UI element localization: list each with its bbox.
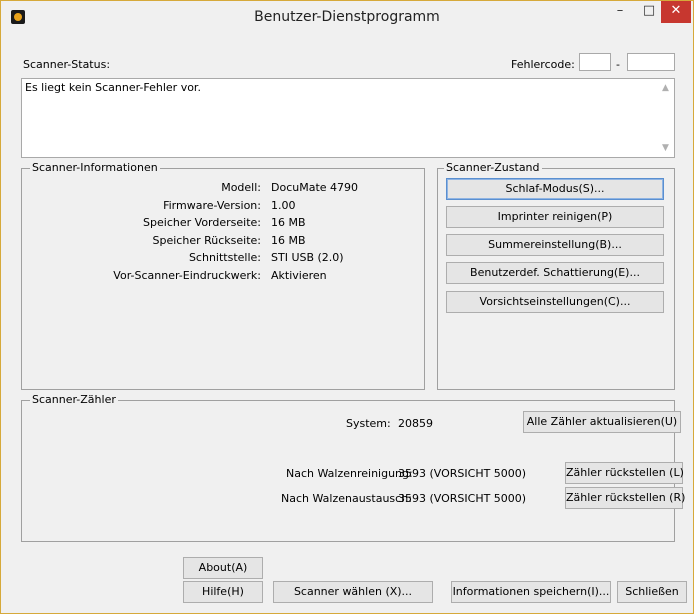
update-all-counters-button[interactable]: Alle Zähler aktualisieren(U) xyxy=(523,411,681,433)
info-value-back-memory: 16 MB xyxy=(271,234,306,247)
roller-clean-label: Nach Walzenreinigung: xyxy=(286,467,413,480)
info-key-firmware: Firmware-Version: xyxy=(163,199,261,212)
scanner-status-label: Scanner-Status: xyxy=(23,58,111,71)
info-value-firmware: 1.00 xyxy=(271,199,296,212)
reset-clean-counter-button[interactable]: Zähler rückstellen (L) xyxy=(565,462,684,484)
roller-clean-value: 3593 (VORSICHT 5000) xyxy=(398,467,527,480)
reset-replace-counter-button[interactable]: Zähler rückstellen (R) xyxy=(565,487,685,509)
about-button[interactable]: About(A) xyxy=(183,557,263,579)
info-key-back-memory: Speicher Rückseite: xyxy=(152,234,261,247)
scanner-counter-title: Scanner-Zähler xyxy=(30,393,118,406)
status-scrollbar[interactable]: ▲ ▼ xyxy=(658,79,674,157)
roller-replace-label: Nach Walzenaustausch: xyxy=(281,492,412,505)
minimize-button[interactable]: – xyxy=(606,1,634,23)
title-bar: Benutzer-Dienstprogramm – □ ✕ xyxy=(1,1,693,35)
info-value-front-memory: 16 MB xyxy=(271,216,306,229)
choose-scanner-button[interactable]: Scanner wählen (X)... xyxy=(273,581,433,603)
close-button[interactable]: Schließen xyxy=(617,581,687,603)
status-message: Es liegt kein Scanner-Fehler vor. xyxy=(25,81,201,94)
save-info-button[interactable]: Informationen speichern(I)... xyxy=(451,581,611,603)
scroll-down-icon[interactable]: ▼ xyxy=(662,143,669,153)
utility-window: Benutzer-Dienstprogramm – □ ✕ Scanner-St… xyxy=(0,0,694,614)
custom-shading-button[interactable]: Benutzerdef. Schattierung(E)... xyxy=(446,262,664,284)
window-title: Benutzer-Dienstprogramm xyxy=(254,9,440,25)
system-count-value: 20859 xyxy=(398,417,433,430)
error-code-field-1 xyxy=(579,53,611,71)
info-key-model: Modell: xyxy=(221,181,261,194)
status-message-box[interactable]: Es liegt kein Scanner-Fehler vor. ▲ ▼ xyxy=(21,78,675,158)
scroll-up-icon[interactable]: ▲ xyxy=(662,83,669,93)
error-code-label: Fehlercode: xyxy=(511,58,575,71)
clean-imprinter-button[interactable]: Imprinter reinigen(P) xyxy=(446,206,664,228)
help-button[interactable]: Hilfe(H) xyxy=(183,581,263,603)
maximize-button[interactable]: □ xyxy=(636,1,662,23)
scanner-state-title: Scanner-Zustand xyxy=(444,161,542,174)
caution-settings-button[interactable]: Vorsichtseinstellungen(C)... xyxy=(446,291,664,313)
sleep-mode-button[interactable]: Schlaf-Modus(S)... xyxy=(446,178,664,200)
info-value-model: DocuMate 4790 xyxy=(271,181,359,194)
info-key-front-memory: Speicher Vorderseite: xyxy=(143,216,261,229)
info-key-interface: Schnittstelle: xyxy=(188,251,261,264)
system-count-label: System: xyxy=(346,417,391,430)
roller-replace-value: 3593 (VORSICHT 5000) xyxy=(398,492,527,505)
info-value-imprinter: Aktivieren xyxy=(271,269,327,282)
scanner-info-title: Scanner-Informationen xyxy=(30,161,160,174)
info-value-interface: STI USB (2.0) xyxy=(271,251,344,264)
close-window-button[interactable]: ✕ xyxy=(661,1,691,23)
error-code-field-2 xyxy=(627,53,675,71)
info-key-imprinter: Vor-Scanner-Eindruckwerk: xyxy=(113,269,261,282)
error-code-separator: - xyxy=(616,58,620,71)
beeper-settings-button[interactable]: Summereinstellung(B)... xyxy=(446,234,664,256)
